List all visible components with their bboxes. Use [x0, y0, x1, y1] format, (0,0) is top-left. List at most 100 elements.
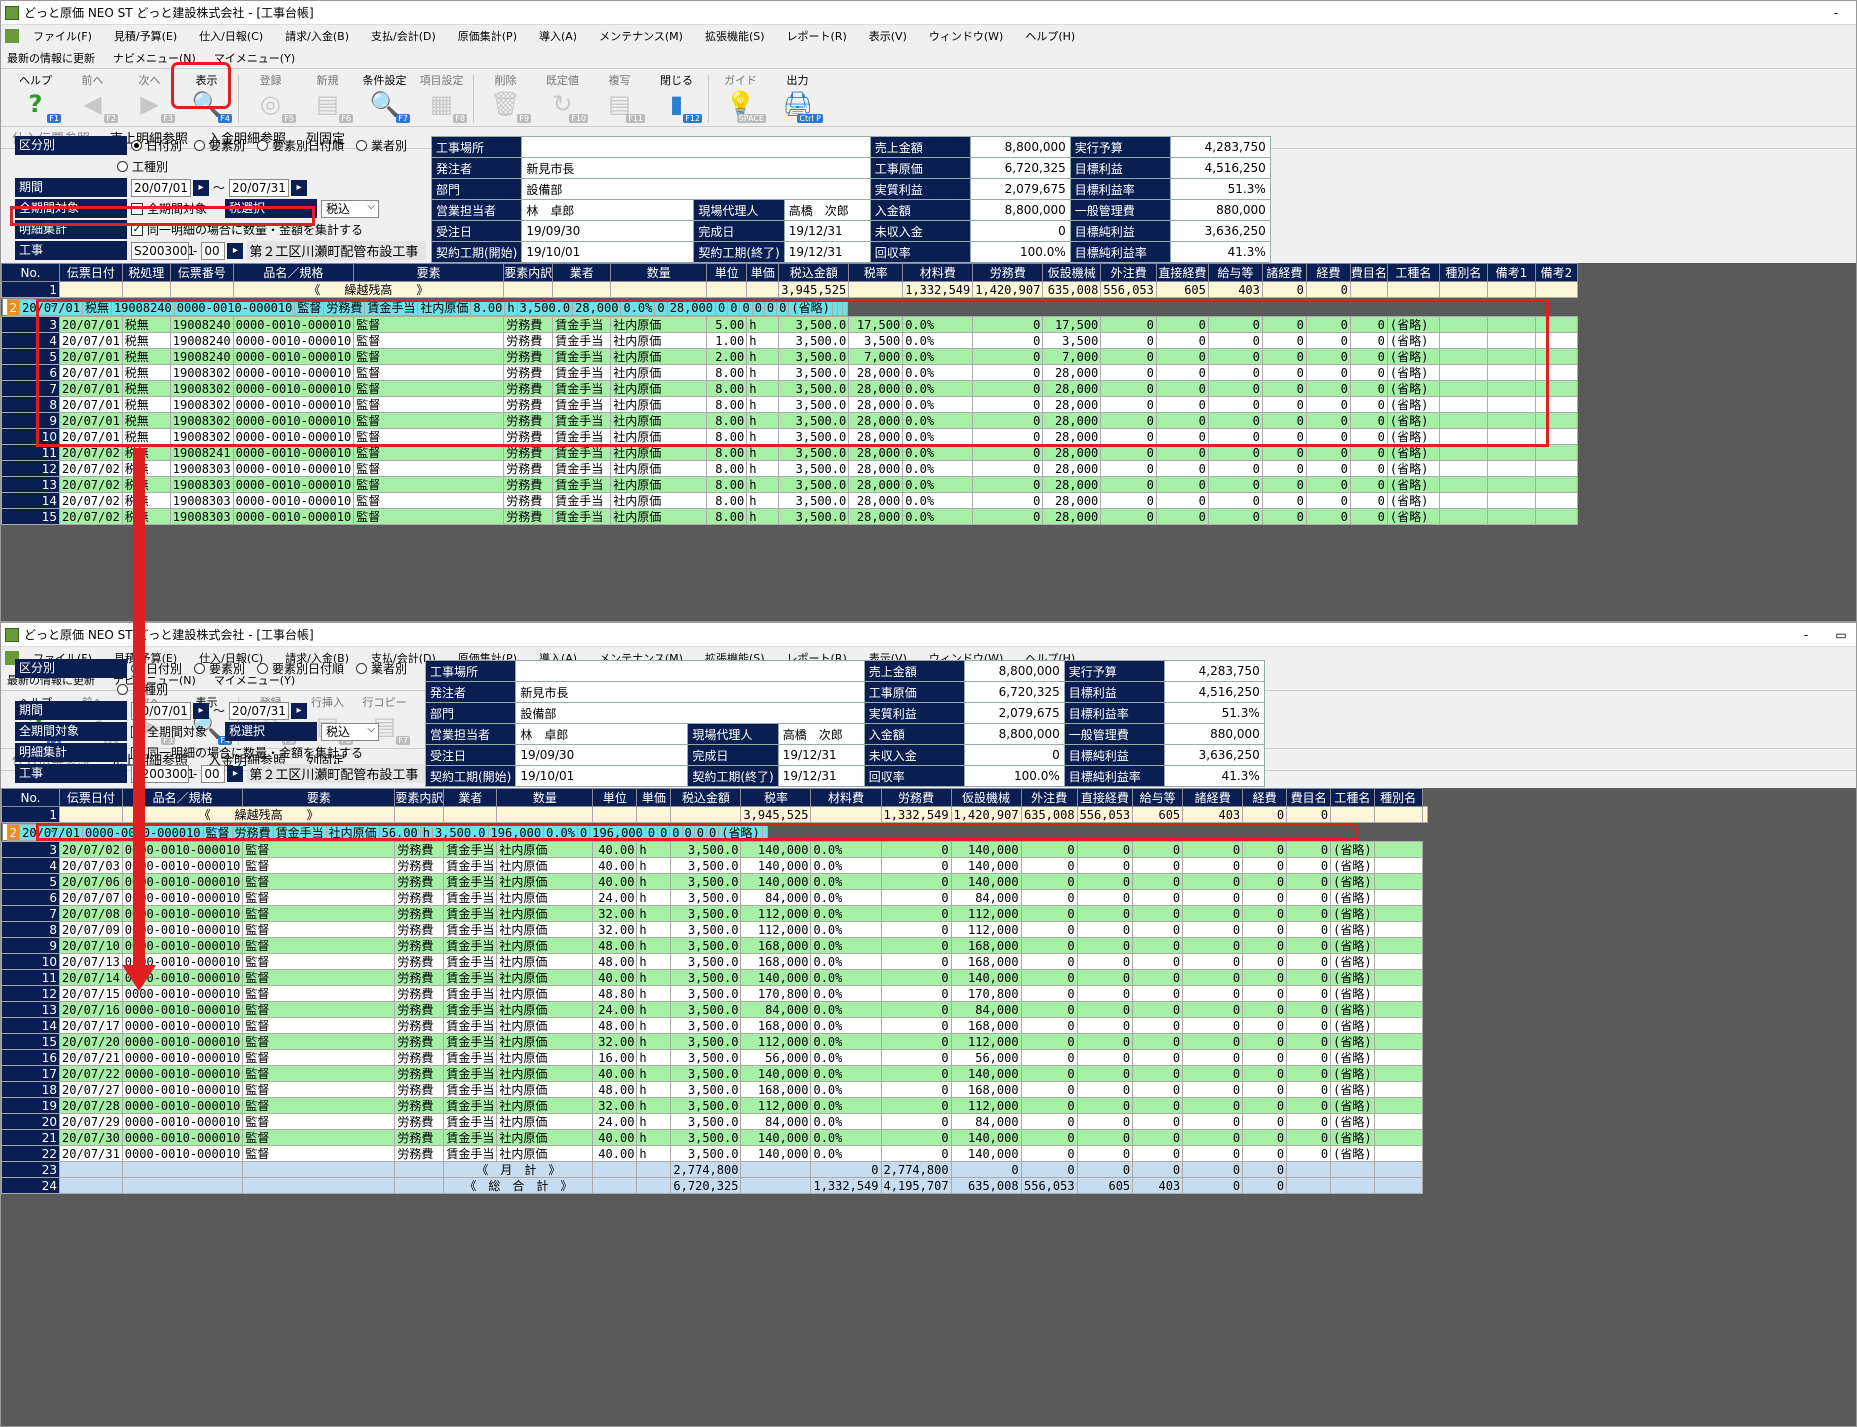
menu-item[interactable]: メンテナンス(M) [599, 28, 683, 44]
grid-cell[interactable]: 0 [1132, 905, 1184, 922]
grid-cell[interactable]: 0 [1182, 1001, 1244, 1018]
grid-cell[interactable]: 社内原価 [496, 1001, 594, 1018]
grid-cell[interactable]: 140,000 [740, 841, 812, 858]
grid-cell[interactable]: 0 [972, 348, 1044, 365]
grid-cell[interactable]: 20/07/01 [19, 299, 83, 316]
grid-cell[interactable]: 3,500.0 [670, 985, 742, 1002]
grid-cell[interactable]: 労務費 [503, 460, 554, 477]
grid-cell[interactable]: (省略) [718, 824, 763, 841]
grid-cell[interactable]: 0 [1349, 364, 1388, 381]
grid-cell[interactable]: 0 [1286, 889, 1332, 906]
carry-row[interactable]: 1 《 繰越残高 》 3,945,525 1,332,549 1,420,907 635,… [1, 281, 1578, 298]
column-header[interactable]: 諸経費 [1182, 788, 1244, 807]
grid-cell[interactable]: 7,000 [1042, 348, 1102, 365]
grid-cell[interactable]: 監督 [294, 299, 325, 316]
grid-cell[interactable]: 3,500.0 [431, 824, 489, 841]
table-row[interactable]: 8 20/07/09 0000-0010-000010 監督 労務費 賃金手当 社内原価 32… [1, 921, 1428, 938]
table-row[interactable]: 8 20/07/01 税無 19008302 0000-0010-000010 監督 労務費… [1, 396, 1578, 413]
grid-cell[interactable]: 税無 [121, 428, 171, 445]
grid-cell[interactable]: 0 [1261, 332, 1307, 349]
grid-cell[interactable]: 20/07/20 [59, 1033, 123, 1050]
grid-cell[interactable]: 20/07/10 [59, 937, 123, 954]
grid-cell[interactable]: 0 [1182, 1129, 1244, 1146]
grid-cell[interactable]: 28,000 [666, 299, 716, 316]
column-header[interactable]: 経費 [1305, 263, 1351, 282]
grid-cell[interactable]: h [636, 953, 672, 970]
grid-cell[interactable]: 8.00 [706, 380, 748, 397]
grid-cell[interactable]: h [746, 444, 780, 461]
app-menu-icon[interactable] [5, 29, 19, 43]
date-to-input[interactable]: 20/07/31 [229, 701, 290, 720]
grid-cell[interactable]: (省略) [1386, 316, 1440, 333]
grid-cell[interactable]: 20/07/01 [59, 364, 123, 381]
grid-cell[interactable]: (省略) [1330, 1017, 1375, 1034]
grid-cell[interactable]: 0 [880, 921, 952, 938]
grid-cell[interactable]: 28,000 [1042, 460, 1102, 477]
grid-cell[interactable]: 監督 [242, 985, 396, 1002]
grid-cell[interactable]: 3,500.0 [670, 921, 742, 938]
date-from-picker-button[interactable]: ▸ [193, 702, 209, 719]
grid-cell[interactable]: 28,000 [848, 396, 904, 413]
grid-cell[interactable]: 監督 [353, 444, 505, 461]
grid-cell[interactable]: 0 [1182, 841, 1244, 858]
grid-cell[interactable]: 監督 [242, 889, 396, 906]
grid-cell[interactable]: 0 [1305, 348, 1351, 365]
grid-cell[interactable]: 労務費 [394, 953, 445, 970]
grid-cell[interactable] [1534, 316, 1578, 333]
grid-cell[interactable]: 48.80 [592, 985, 638, 1002]
grid-cell[interactable]: 0 [1207, 396, 1263, 413]
grid-cell[interactable]: 0 [1286, 857, 1332, 874]
grid-cell[interactable]: 3,500.0 [778, 364, 850, 381]
menu-item[interactable]: 仕入/日報(C) [199, 28, 263, 44]
grid-cell[interactable]: 0.0% [902, 396, 974, 413]
grid-cell[interactable]: 税無 [121, 396, 171, 413]
grid-cell[interactable]: 労務費 [323, 299, 366, 316]
grid-cell[interactable]: 0 [1305, 412, 1351, 429]
grid-cell[interactable]: 140,000 [950, 969, 1022, 986]
grid-cell[interactable]: 労務費 [394, 873, 445, 890]
grid-cell[interactable]: 0 [1207, 380, 1263, 397]
grid-cell[interactable]: 0 [880, 905, 952, 922]
grid-cell[interactable]: 賃金手当 [443, 953, 498, 970]
grid-cell[interactable]: 0 [644, 824, 659, 841]
grid-cell[interactable] [1534, 332, 1578, 349]
grid-cell[interactable]: 32.00 [592, 1033, 638, 1050]
grid-cell[interactable]: 労務費 [503, 380, 554, 397]
grid-cell[interactable]: 0 [1100, 412, 1157, 429]
grid-cell[interactable]: 0 [880, 1017, 952, 1034]
grid-cell[interactable]: 20/07/15 [59, 985, 123, 1002]
grid-cell[interactable]: 0 [972, 508, 1044, 525]
grid-cell[interactable]: h [636, 1113, 672, 1130]
grid-cell[interactable]: 0 [1349, 412, 1388, 429]
table-row[interactable]: 7 20/07/01 税無 19008302 0000-0010-000010 監督 労務費… [1, 380, 1578, 397]
column-header[interactable]: 仮設機械 [1042, 263, 1102, 282]
grid-cell[interactable]: 社内原価 [496, 1097, 594, 1114]
grid-cell[interactable]: 0.0% [810, 1049, 882, 1066]
grid-cell[interactable]: 0 [972, 476, 1044, 493]
grid-cell[interactable]: 168,000 [740, 1081, 812, 1098]
grid-cell[interactable]: 0 [1020, 1049, 1078, 1066]
grid-cell[interactable] [1534, 476, 1578, 493]
grid-cell[interactable] [1373, 873, 1423, 890]
grid-cell[interactable]: 労務費 [394, 1129, 445, 1146]
grid-cell[interactable]: 0 [1286, 1113, 1332, 1130]
grid-cell[interactable]: 0 [1242, 1129, 1288, 1146]
grid-cell[interactable] [1534, 412, 1578, 429]
grid-cell[interactable]: 168,000 [950, 937, 1022, 954]
grid-cell[interactable] [1438, 428, 1488, 445]
grid-cell[interactable]: 3,500 [1042, 332, 1102, 349]
grid-cell[interactable]: 0 [880, 1049, 952, 1066]
table-row[interactable]: 15 20/07/20 0000-0010-000010 監督 労務費 賃金手当 社内原価 3… [1, 1033, 1428, 1050]
grid-cell[interactable]: 112,000 [950, 1033, 1022, 1050]
grid-cell[interactable]: 0.0% [810, 1033, 882, 1050]
grid-cell[interactable]: 0 [1207, 348, 1263, 365]
koji-sub-input[interactable]: 00 [201, 764, 226, 783]
grid-cell[interactable]: 労務費 [394, 1081, 445, 1098]
grid-cell[interactable]: (省略) [1330, 1113, 1375, 1130]
grid-cell[interactable]: 0 [1349, 348, 1388, 365]
column-header[interactable]: 単位 [592, 788, 638, 807]
grid-cell[interactable]: 168,000 [740, 937, 812, 954]
column-header[interactable]: 税処理 [121, 263, 171, 282]
grid-cell[interactable]: h [636, 1017, 672, 1034]
column-header[interactable]: 数量 [496, 788, 594, 807]
